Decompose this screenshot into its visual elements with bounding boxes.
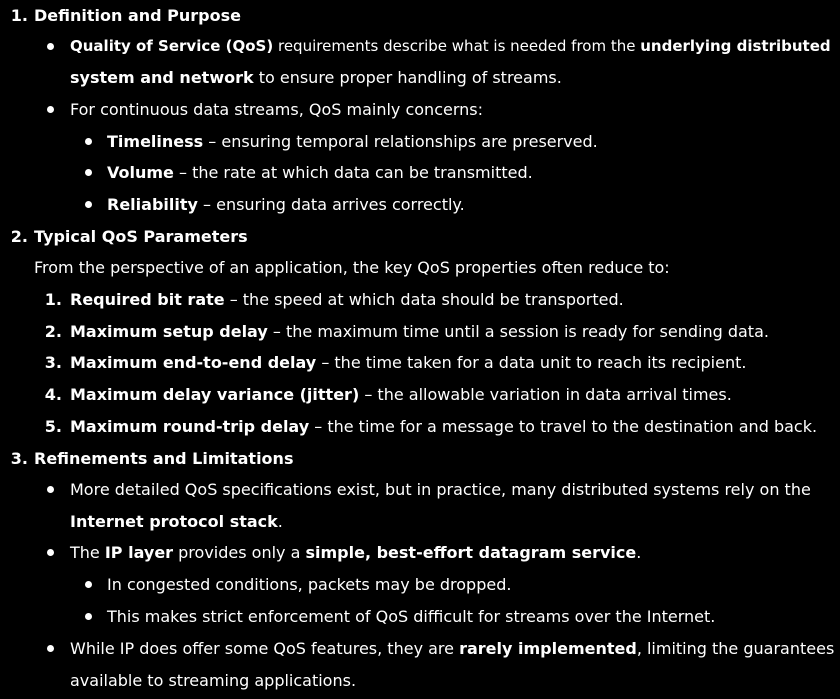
bullet-icon: [82, 601, 96, 632]
item-number: 5.: [44, 417, 62, 436]
bullet-icon: [44, 94, 58, 125]
bullet-icon: [44, 537, 58, 568]
section-title: Refinements and Limitations: [34, 449, 294, 468]
sub-list-item-text: Reliability – ensuring data arrives corr…: [107, 195, 465, 214]
sub-list-item-text: In congested conditions, packets may be …: [107, 575, 512, 594]
section-title: Definition and Purpose: [34, 6, 241, 25]
section-number: 1.: [10, 6, 28, 25]
section-number: 3.: [10, 449, 28, 468]
bullet-icon: [44, 474, 58, 505]
list-item-text: system and network to ensure proper hand…: [70, 68, 562, 87]
item-number: 1.: [44, 290, 62, 309]
section-intro-text: From the perspective of an application, …: [34, 258, 670, 277]
list-item-text: Internet protocol stack.: [70, 512, 283, 531]
numbered-item-text: Maximum end-to-end delay – the time take…: [70, 353, 747, 372]
list-item-text: available to streaming applications.: [70, 671, 357, 690]
bullet-icon: [82, 126, 96, 157]
list-item-text: The IP layer provides only a simple, bes…: [70, 543, 642, 562]
numbered-item-text: Maximum setup delay – the maximum time u…: [70, 322, 769, 341]
list-item-text: More detailed QoS specifications exist, …: [70, 480, 811, 499]
item-number: 4.: [44, 385, 62, 404]
list-item-text: For continuous data streams, QoS mainly …: [70, 100, 483, 119]
section-number: 2.: [10, 227, 28, 246]
sub-list-item-text: This makes strict enforcement of QoS dif…: [107, 607, 716, 626]
item-number: 3.: [44, 353, 62, 372]
sub-list-item-text: Timeliness – ensuring temporal relations…: [107, 132, 598, 151]
section-title: Typical QoS Parameters: [34, 227, 248, 246]
bullet-icon: [82, 569, 96, 600]
item-number: 2.: [44, 322, 62, 341]
bullet-icon: [82, 157, 96, 188]
numbered-item-text: Required bit rate – the speed at which d…: [70, 290, 624, 309]
bullet-icon: [82, 189, 96, 220]
list-item-text: Quality of Service (QoS) requirements de…: [70, 37, 831, 55]
document: 1. Definition and Purpose Quality of Ser…: [0, 0, 840, 699]
bullet-icon: [44, 633, 58, 664]
sub-list-item-text: Volume – the rate at which data can be t…: [107, 163, 533, 182]
numbered-item-text: Maximum delay variance (jitter) – the al…: [70, 385, 732, 404]
list-item-text: While IP does offer some QoS features, t…: [70, 639, 835, 658]
numbered-item-text: Maximum round-trip delay – the time for …: [70, 417, 818, 436]
bullet-icon: [44, 31, 58, 62]
